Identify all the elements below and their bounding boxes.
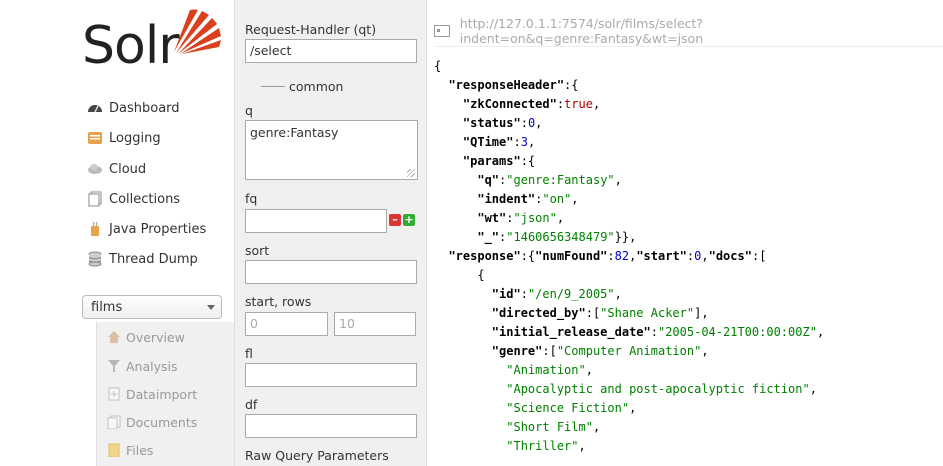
thread-dump-icon [87, 251, 103, 267]
json-line: "Short Film", [506, 420, 601, 434]
core-selector-value: films [91, 299, 123, 315]
json-line: "Thriller", [506, 439, 586, 453]
solr-logo[interactable]: Solr [82, 6, 232, 76]
nav-item-cloud[interactable]: Cloud [87, 158, 146, 180]
sort-label: sort [245, 243, 270, 258]
core-item-analysis[interactable]: Analysis [107, 356, 178, 376]
cloud-icon [87, 161, 103, 177]
core-item-label: Files [126, 442, 154, 458]
nav-label: Cloud [109, 161, 147, 177]
main-navigation: Solr Dashboard Logging Cloud Collections… [0, 0, 234, 466]
common-section-header[interactable]: common [235, 79, 426, 94]
analysis-icon [107, 359, 121, 373]
json-line: "QTime":3, [462, 135, 536, 149]
json-line: "zkConnected":true, [462, 97, 601, 111]
core-item-label: Dataimport [126, 386, 198, 402]
resize-handle-icon[interactable] [407, 169, 415, 177]
json-line: "q":"genre:Fantasy", [477, 173, 622, 187]
df-label: df [245, 397, 258, 412]
json-line: { [434, 268, 485, 282]
url-icon [434, 25, 450, 37]
sort-input[interactable] [245, 260, 417, 284]
java-icon [87, 221, 103, 237]
json-line: "Animation", [506, 363, 593, 377]
json-line: "_":"1460656348479"}}, [477, 230, 637, 244]
response-panel: http://127.0.1.1:7574/solr/films/select?… [426, 0, 943, 466]
core-selector[interactable]: films [82, 295, 222, 319]
core-item-label: Overview [126, 329, 185, 345]
logo-text: Solr [82, 16, 180, 76]
core-item-label: Analysis [126, 358, 178, 374]
q-textarea[interactable]: genre:Fantasy [245, 120, 418, 180]
start-input[interactable]: 0 [245, 312, 328, 336]
nav-item-logging[interactable]: Logging [87, 127, 161, 149]
nav-item-thread-dump[interactable]: Thread Dump [87, 248, 198, 270]
core-item-files[interactable]: Files [107, 440, 153, 460]
start-rows-label: start, rows [245, 294, 312, 309]
json-line: "id":"/en/9_2005", [491, 287, 622, 301]
url-divider [434, 46, 943, 47]
request-handler-label: Request-Handler (qt) [245, 22, 377, 37]
overview-icon [107, 330, 121, 344]
df-input[interactable] [245, 414, 417, 438]
section-divider [261, 86, 285, 87]
json-line: "status":0, [462, 116, 543, 130]
json-line: "Apocalyptic and post-apocalyptic fictio… [506, 382, 817, 396]
nav-item-dashboard[interactable]: Dashboard [87, 97, 180, 119]
nav-label: Logging [109, 130, 161, 146]
fq-label: fq [245, 191, 258, 206]
core-item-overview[interactable]: Overview [107, 327, 185, 347]
nav-item-java-properties[interactable]: Java Properties [87, 218, 206, 240]
q-value: genre:Fantasy [250, 125, 339, 140]
files-icon [107, 443, 121, 458]
chevron-down-icon [207, 305, 215, 310]
collections-icon [87, 191, 103, 207]
raw-query-parameters-label: Raw Query Parameters [245, 448, 389, 463]
fl-input[interactable] [245, 363, 417, 387]
dashboard-icon [87, 100, 103, 116]
nav-item-collections[interactable]: Collections [87, 188, 180, 210]
core-item-dataimport[interactable]: Dataimport [107, 384, 197, 404]
query-form: Request-Handler (qt) /select common q ge… [234, 0, 427, 466]
json-line: { [434, 59, 442, 73]
logging-icon [87, 130, 103, 146]
dataimport-icon [107, 387, 121, 401]
solr-sunburst-icon [174, 9, 221, 54]
remove-fq-button[interactable]: – [389, 214, 401, 226]
core-item-documents[interactable]: Documents [107, 412, 197, 432]
rows-input[interactable]: 10 [334, 312, 416, 336]
nav-label: Java Properties [109, 221, 207, 237]
nav-label: Thread Dump [109, 251, 198, 267]
core-item-label: Documents [126, 414, 198, 430]
json-line: "params":{ [462, 154, 536, 168]
add-fq-button[interactable]: + [403, 214, 415, 226]
fq-input[interactable] [245, 209, 387, 233]
request-url-link[interactable]: http://127.0.1.1:7574/solr/films/select?… [434, 16, 938, 46]
documents-icon [107, 415, 121, 430]
json-line: "Science Fiction", [506, 401, 637, 415]
json-line: "initial_release_date":"2005-04-21T00:00… [491, 325, 825, 339]
q-label: q [245, 103, 253, 118]
common-section-label: common [289, 79, 344, 94]
core-menu: Overview Analysis Dataimport Documents F… [96, 322, 234, 466]
fl-label: fl [245, 346, 253, 361]
json-line: "indent":"on", [477, 192, 579, 206]
request-url-text: http://127.0.1.1:7574/solr/films/select?… [459, 16, 704, 46]
request-handler-input[interactable]: /select [245, 39, 417, 63]
json-line: "response":{"numFound":82,"start":0,"doc… [448, 249, 767, 263]
nav-label: Dashboard [109, 100, 180, 116]
json-line: "directed_by":["Shane Acker"], [491, 306, 709, 320]
json-line: "wt":"json", [477, 211, 565, 225]
json-line: "genre":["Computer Animation", [491, 344, 709, 358]
nav-label: Collections [109, 191, 181, 207]
json-line: "responseHeader":{ [448, 78, 579, 92]
